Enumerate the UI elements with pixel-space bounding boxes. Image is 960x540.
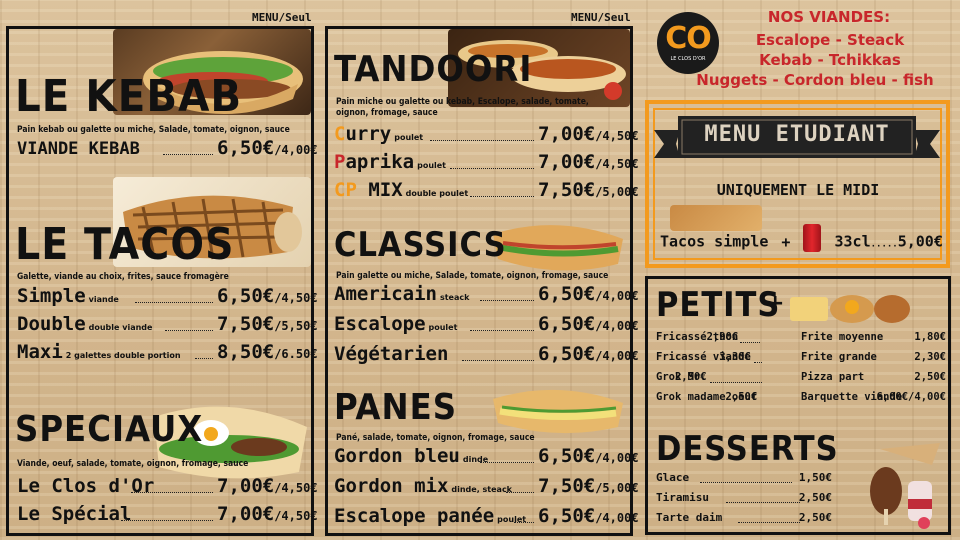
middle-menu-panel: TANDOORI Pain miche ou galette ou kebab,… bbox=[325, 26, 639, 536]
desserts-photo bbox=[858, 439, 948, 531]
classics-photo bbox=[488, 219, 628, 275]
kebab-description: Pain kebab ou galette ou miche, Salade, … bbox=[17, 125, 290, 135]
tacos-title: LE TACOS bbox=[15, 219, 235, 270]
menu-item-tacos-simple: Simple viande 6,50€/4,50€ bbox=[17, 285, 318, 307]
menu-item-escalope-panee: Escalope panée poulet 6,50€/4,00€ bbox=[334, 505, 639, 527]
menu-item-tacos-maxi: Maxi 2 galettes double portion 8,50€/6.50… bbox=[17, 341, 318, 363]
petits-title: PETITS bbox=[656, 285, 781, 325]
menu-item-paprika: Paprika poulet 7,00€/4,50€ bbox=[334, 151, 639, 173]
petits-photo bbox=[788, 287, 912, 327]
petit-item: Grok madame oeuf 2,50€ bbox=[656, 391, 758, 403]
etudiant-offer: Tacos simple + 33cl.....5,00€ bbox=[660, 224, 945, 254]
menu-item-tacos-double: Double double viande 7,50€/5,50€ bbox=[17, 313, 318, 335]
menu-item-viande-kebab: VIANDE KEBAB 6,50€/4,00€ bbox=[17, 137, 318, 159]
petits-plus: + bbox=[766, 291, 785, 316]
panes-description: Pané, salade, tomate, oignon, fromage, s… bbox=[336, 433, 535, 443]
petit-item: Frite moyenne 1,80€ bbox=[801, 331, 946, 343]
classics-title: CLASSICS bbox=[334, 225, 507, 265]
menu-item-curry: Curry poulet 7,00€/4,50€ bbox=[334, 123, 639, 145]
offer-price: 5,00€ bbox=[897, 232, 943, 251]
menu-item-cp-mix: CP MIX double poulet 7,50€/5,00€ bbox=[334, 179, 639, 201]
classics-description: Pain galette ou miche, Salade, tomate, o… bbox=[336, 271, 609, 281]
menu-seul-tag-middle: MENU/Seul bbox=[571, 11, 631, 24]
viandes-line-2: Kebab - Tchikkas bbox=[759, 51, 901, 69]
petit-item: Pizza part 2,50€ bbox=[801, 371, 946, 383]
petit-item: Fricassé viande 3,30€ bbox=[656, 351, 751, 363]
speciaux-description: Viande, oeuf, salade, tomate, oignon, fr… bbox=[17, 459, 249, 469]
menu-item-vegetarien: Végétarien 6,50€/4,00€ bbox=[334, 343, 639, 365]
menu-item-escalope: Escalope poulet 6,50€/4,00€ bbox=[334, 313, 639, 335]
viandes-block: NOS VIANDES: Escalope - Steack Kebab - T… bbox=[690, 8, 940, 89]
speciaux-title: SPECIAUX bbox=[15, 409, 204, 450]
menu-etudiant-subtitle: UNIQUEMENT LE MIDI bbox=[716, 181, 880, 199]
menu-item-americain: Americain steack 6,50€/4,00€ bbox=[334, 283, 639, 305]
dessert-item: Tarte daim 2,50€ bbox=[656, 511, 832, 524]
menu-etudiant-title: MENU ETUDIANT bbox=[704, 122, 890, 147]
dessert-item: Tiramisu 2,50€ bbox=[656, 491, 832, 504]
tacos-description: Galette, viande au choix, frites, sauce … bbox=[17, 272, 229, 282]
viandes-title: NOS VIANDES: bbox=[767, 8, 891, 26]
kebab-title: LE KEBAB bbox=[15, 71, 243, 122]
tandoori-description-line1: Pain miche ou galette ou kebab, Escalope… bbox=[336, 97, 589, 107]
viandes-line-3: Nuggets - Cordon bleu - fish bbox=[696, 71, 934, 89]
menu-seul-tag-left: MENU/Seul bbox=[252, 11, 312, 24]
offer-drink: 33cl bbox=[834, 232, 871, 251]
menu-item-le-special: Le Spécial 7,00€/4,50€ bbox=[17, 503, 318, 525]
offer-plus: + bbox=[781, 232, 791, 251]
panes-photo bbox=[488, 381, 628, 439]
tandoori-title: TANDOORI bbox=[334, 49, 533, 90]
coke-can-icon bbox=[803, 224, 822, 252]
viandes-line-1: Escalope - Steack bbox=[755, 31, 905, 49]
tandoori-description-line2: oignon, fromage, sauce bbox=[336, 108, 438, 118]
offer-item: Tacos simple bbox=[660, 232, 769, 251]
menu-item-gordon-bleu: Gordon bleu dinde 6,50€/4,00€ bbox=[334, 445, 639, 467]
petit-item: Barquette viande 6,00€/4,00€ bbox=[801, 391, 946, 403]
left-menu-panel: LE KEBAB Pain kebab ou galette ou miche,… bbox=[6, 26, 318, 536]
menu-item-gordon-mix: Gordon mix dinde, steack 7,50€/5,00€ bbox=[334, 475, 639, 497]
panes-title: PANES bbox=[334, 387, 458, 428]
petit-item: Grok Mr. 2,50€ bbox=[656, 371, 707, 383]
menu-item-le-clos-dor: Le Clos d'Or 7,00€/4,50€ bbox=[17, 475, 318, 497]
dessert-item: Glace 1,50€ bbox=[656, 471, 832, 484]
petits-desserts-panel: PETITS + Fricassé thon 2,90€ Fricassé via… bbox=[645, 276, 951, 535]
desserts-title: DESSERTS bbox=[656, 429, 839, 469]
petit-item: Frite grande 2,30€ bbox=[801, 351, 946, 363]
petit-item: Fricassé thon 2,90€ bbox=[656, 331, 739, 343]
